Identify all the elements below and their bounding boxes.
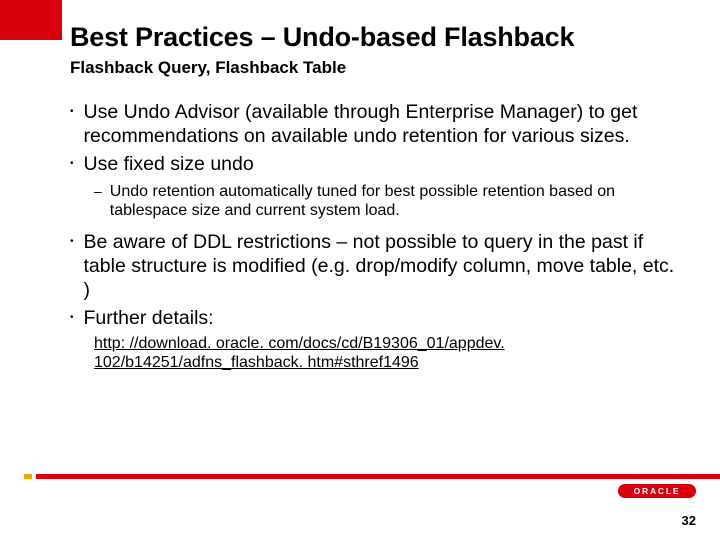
oracle-logo: ORACLE (618, 484, 696, 498)
dash-icon: – (94, 182, 102, 201)
bullet-item: • Use Undo Advisor (available through En… (70, 100, 680, 148)
details-link[interactable]: http: //download. oracle. com/docs/cd/B1… (94, 335, 505, 371)
content-area: • Use Undo Advisor (available through En… (70, 100, 680, 372)
bullet-item: • Further details: (70, 306, 680, 330)
footer: ORACLE (0, 474, 720, 502)
link-line: http: //download. oracle. com/docs/cd/B1… (94, 334, 680, 372)
bullet-text: Further details: (84, 306, 214, 330)
bullet-dot-icon: • (70, 230, 74, 254)
slide-title: Best Practices – Undo-based Flashback (70, 22, 574, 53)
bullet-item: • Be aware of DDL restrictions – not pos… (70, 230, 680, 302)
bullet-dot-icon: • (70, 306, 74, 330)
sub-bullet-text: Undo retention automatically tuned for b… (110, 182, 680, 220)
footer-bar (24, 474, 720, 479)
oracle-logo-text: ORACLE (634, 486, 681, 496)
page-number: 32 (682, 513, 696, 528)
slide-subtitle: Flashback Query, Flashback Table (70, 58, 346, 78)
bullet-item: • Use fixed size undo (70, 152, 680, 176)
bullet-dot-icon: • (70, 152, 74, 176)
bullet-text: Use Undo Advisor (available through Ente… (84, 100, 680, 148)
sub-bullet-item: – Undo retention automatically tuned for… (94, 182, 680, 220)
bullet-dot-icon: • (70, 100, 74, 124)
header-red-block (0, 0, 62, 40)
bullet-text: Be aware of DDL restrictions – not possi… (84, 230, 680, 302)
bullet-text: Use fixed size undo (84, 152, 254, 176)
